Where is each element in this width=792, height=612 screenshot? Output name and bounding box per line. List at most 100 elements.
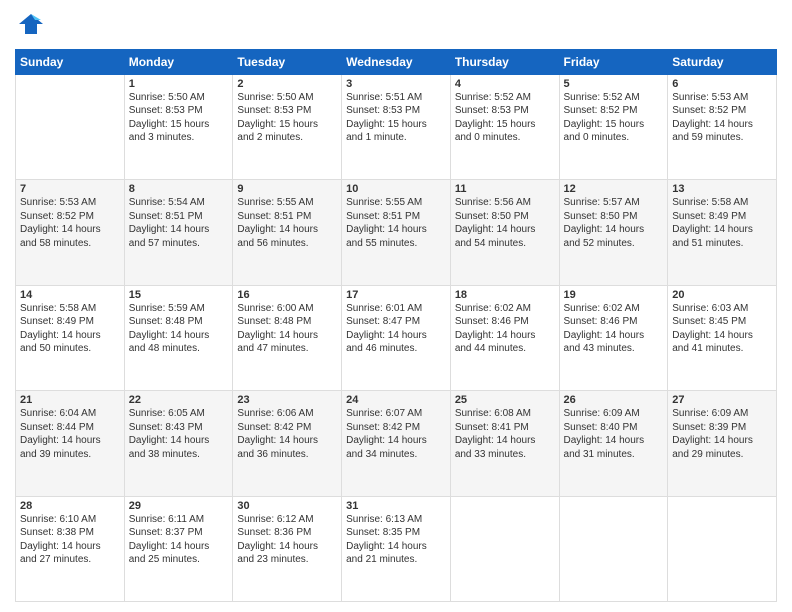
weekday-header-tuesday: Tuesday [233, 49, 342, 74]
day-info: Sunrise: 6:07 AMSunset: 8:42 PMDaylight:… [346, 407, 446, 461]
day-number: 3 [346, 78, 446, 90]
day-info: Sunrise: 5:52 AMSunset: 8:52 PMDaylight:… [564, 91, 664, 145]
day-cell [16, 74, 125, 179]
weekday-header-saturday: Saturday [668, 49, 777, 74]
day-number: 21 [20, 394, 120, 406]
week-row-4: 21Sunrise: 6:04 AMSunset: 8:44 PMDayligh… [16, 391, 777, 496]
day-info: Sunrise: 6:02 AMSunset: 8:46 PMDaylight:… [564, 302, 664, 356]
day-cell: 11Sunrise: 5:56 AMSunset: 8:50 PMDayligh… [450, 180, 559, 285]
day-info: Sunrise: 6:05 AMSunset: 8:43 PMDaylight:… [129, 407, 229, 461]
day-cell: 25Sunrise: 6:08 AMSunset: 8:41 PMDayligh… [450, 391, 559, 496]
day-cell: 23Sunrise: 6:06 AMSunset: 8:42 PMDayligh… [233, 391, 342, 496]
day-number: 28 [20, 500, 120, 512]
day-cell: 2Sunrise: 5:50 AMSunset: 8:53 PMDaylight… [233, 74, 342, 179]
day-number: 13 [672, 183, 772, 195]
day-info: Sunrise: 5:53 AMSunset: 8:52 PMDaylight:… [672, 91, 772, 145]
day-info: Sunrise: 6:09 AMSunset: 8:39 PMDaylight:… [672, 407, 772, 461]
day-info: Sunrise: 5:57 AMSunset: 8:50 PMDaylight:… [564, 196, 664, 250]
day-info: Sunrise: 6:08 AMSunset: 8:41 PMDaylight:… [455, 407, 555, 461]
day-cell: 7Sunrise: 5:53 AMSunset: 8:52 PMDaylight… [16, 180, 125, 285]
day-number: 14 [20, 289, 120, 301]
day-cell [668, 496, 777, 601]
day-cell: 24Sunrise: 6:07 AMSunset: 8:42 PMDayligh… [342, 391, 451, 496]
day-cell: 28Sunrise: 6:10 AMSunset: 8:38 PMDayligh… [16, 496, 125, 601]
day-cell: 22Sunrise: 6:05 AMSunset: 8:43 PMDayligh… [124, 391, 233, 496]
day-cell: 18Sunrise: 6:02 AMSunset: 8:46 PMDayligh… [450, 285, 559, 390]
day-number: 22 [129, 394, 229, 406]
day-info: Sunrise: 5:56 AMSunset: 8:50 PMDaylight:… [455, 196, 555, 250]
day-cell [450, 496, 559, 601]
day-cell: 9Sunrise: 5:55 AMSunset: 8:51 PMDaylight… [233, 180, 342, 285]
day-number: 29 [129, 500, 229, 512]
day-cell: 13Sunrise: 5:58 AMSunset: 8:49 PMDayligh… [668, 180, 777, 285]
day-info: Sunrise: 5:53 AMSunset: 8:52 PMDaylight:… [20, 196, 120, 250]
day-number: 20 [672, 289, 772, 301]
day-cell: 3Sunrise: 5:51 AMSunset: 8:53 PMDaylight… [342, 74, 451, 179]
day-info: Sunrise: 5:58 AMSunset: 8:49 PMDaylight:… [672, 196, 772, 250]
day-number: 2 [237, 78, 337, 90]
day-number: 6 [672, 78, 772, 90]
logo [15, 10, 45, 43]
logo-bird-icon [17, 10, 45, 38]
weekday-header-monday: Monday [124, 49, 233, 74]
week-row-3: 14Sunrise: 5:58 AMSunset: 8:49 PMDayligh… [16, 285, 777, 390]
day-number: 31 [346, 500, 446, 512]
day-cell: 20Sunrise: 6:03 AMSunset: 8:45 PMDayligh… [668, 285, 777, 390]
day-number: 15 [129, 289, 229, 301]
day-info: Sunrise: 6:11 AMSunset: 8:37 PMDaylight:… [129, 513, 229, 567]
day-cell: 19Sunrise: 6:02 AMSunset: 8:46 PMDayligh… [559, 285, 668, 390]
calendar-table: SundayMondayTuesdayWednesdayThursdayFrid… [15, 49, 777, 602]
day-info: Sunrise: 6:13 AMSunset: 8:35 PMDaylight:… [346, 513, 446, 567]
day-number: 7 [20, 183, 120, 195]
day-cell: 10Sunrise: 5:55 AMSunset: 8:51 PMDayligh… [342, 180, 451, 285]
day-info: Sunrise: 6:12 AMSunset: 8:36 PMDaylight:… [237, 513, 337, 567]
day-info: Sunrise: 5:50 AMSunset: 8:53 PMDaylight:… [129, 91, 229, 145]
weekday-header-row: SundayMondayTuesdayWednesdayThursdayFrid… [16, 49, 777, 74]
day-cell: 1Sunrise: 5:50 AMSunset: 8:53 PMDaylight… [124, 74, 233, 179]
day-info: Sunrise: 6:01 AMSunset: 8:47 PMDaylight:… [346, 302, 446, 356]
day-info: Sunrise: 6:00 AMSunset: 8:48 PMDaylight:… [237, 302, 337, 356]
day-cell: 8Sunrise: 5:54 AMSunset: 8:51 PMDaylight… [124, 180, 233, 285]
day-info: Sunrise: 6:09 AMSunset: 8:40 PMDaylight:… [564, 407, 664, 461]
day-cell: 29Sunrise: 6:11 AMSunset: 8:37 PMDayligh… [124, 496, 233, 601]
weekday-header-wednesday: Wednesday [342, 49, 451, 74]
day-number: 12 [564, 183, 664, 195]
day-number: 10 [346, 183, 446, 195]
day-number: 27 [672, 394, 772, 406]
week-row-1: 1Sunrise: 5:50 AMSunset: 8:53 PMDaylight… [16, 74, 777, 179]
day-info: Sunrise: 5:59 AMSunset: 8:48 PMDaylight:… [129, 302, 229, 356]
day-info: Sunrise: 5:55 AMSunset: 8:51 PMDaylight:… [237, 196, 337, 250]
day-number: 17 [346, 289, 446, 301]
day-cell: 27Sunrise: 6:09 AMSunset: 8:39 PMDayligh… [668, 391, 777, 496]
header [15, 10, 777, 43]
day-number: 18 [455, 289, 555, 301]
day-cell: 30Sunrise: 6:12 AMSunset: 8:36 PMDayligh… [233, 496, 342, 601]
day-number: 9 [237, 183, 337, 195]
day-cell: 21Sunrise: 6:04 AMSunset: 8:44 PMDayligh… [16, 391, 125, 496]
day-number: 5 [564, 78, 664, 90]
day-number: 26 [564, 394, 664, 406]
day-number: 30 [237, 500, 337, 512]
day-cell: 16Sunrise: 6:00 AMSunset: 8:48 PMDayligh… [233, 285, 342, 390]
day-number: 16 [237, 289, 337, 301]
day-info: Sunrise: 6:02 AMSunset: 8:46 PMDaylight:… [455, 302, 555, 356]
day-number: 11 [455, 183, 555, 195]
day-number: 8 [129, 183, 229, 195]
day-info: Sunrise: 5:55 AMSunset: 8:51 PMDaylight:… [346, 196, 446, 250]
day-info: Sunrise: 5:51 AMSunset: 8:53 PMDaylight:… [346, 91, 446, 145]
day-number: 25 [455, 394, 555, 406]
day-number: 19 [564, 289, 664, 301]
day-info: Sunrise: 5:50 AMSunset: 8:53 PMDaylight:… [237, 91, 337, 145]
day-info: Sunrise: 5:54 AMSunset: 8:51 PMDaylight:… [129, 196, 229, 250]
day-cell: 4Sunrise: 5:52 AMSunset: 8:53 PMDaylight… [450, 74, 559, 179]
logo-text [15, 10, 45, 43]
week-row-2: 7Sunrise: 5:53 AMSunset: 8:52 PMDaylight… [16, 180, 777, 285]
page: SundayMondayTuesdayWednesdayThursdayFrid… [0, 0, 792, 612]
weekday-header-thursday: Thursday [450, 49, 559, 74]
day-number: 1 [129, 78, 229, 90]
day-info: Sunrise: 6:10 AMSunset: 8:38 PMDaylight:… [20, 513, 120, 567]
weekday-header-sunday: Sunday [16, 49, 125, 74]
day-info: Sunrise: 5:58 AMSunset: 8:49 PMDaylight:… [20, 302, 120, 356]
day-info: Sunrise: 6:03 AMSunset: 8:45 PMDaylight:… [672, 302, 772, 356]
day-info: Sunrise: 6:04 AMSunset: 8:44 PMDaylight:… [20, 407, 120, 461]
